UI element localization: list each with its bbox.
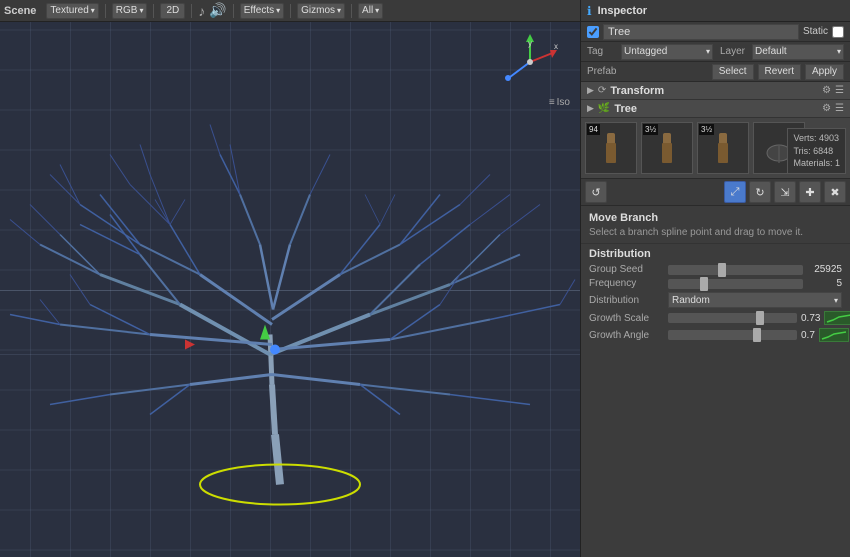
tree-leaf-icon: 🌿 <box>598 103 610 114</box>
thumbnail-3[interactable]: 3½ <box>697 122 749 174</box>
tree-svg <box>0 22 580 557</box>
group-seed-label: Group Seed <box>589 264 664 275</box>
apply-btn[interactable]: Apply <box>805 64 844 80</box>
tree-toolbar: ↺ ⤢ ↻ ⇲ ✚ ✖ <box>581 178 850 206</box>
scene-title: Scene <box>4 5 36 17</box>
thumb-badge-1: 94 <box>587 124 600 135</box>
static-label: Static <box>803 26 828 37</box>
toolbar-sep-1 <box>105 4 106 18</box>
growth-scale-value: 0.73 <box>801 313 820 324</box>
revert-btn[interactable]: Revert <box>758 64 801 80</box>
gizmos-dropdown[interactable]: Gizmos <box>297 3 345 19</box>
transform-menu-icon: ☰ <box>835 85 844 96</box>
frequency-label: Frequency <box>589 278 664 289</box>
audio-icon: ♪ <box>198 3 205 19</box>
tree-section-header[interactable]: ▶ 🌿 Tree ⚙ ☰ <box>581 100 850 118</box>
growth-angle-curve[interactable] <box>819 328 849 342</box>
tag-label: Tag <box>587 46 617 57</box>
growth-scale-slider[interactable] <box>668 313 797 323</box>
thumb-badge-3: 3½ <box>699 124 714 135</box>
gizmo: y x <box>500 32 560 92</box>
tag-dropdown[interactable]: Untagged <box>621 44 713 60</box>
inspector-panel: ℹ Inspector Static Tag Untagged Layer De… <box>580 0 850 557</box>
transform-title: Transform <box>610 85 818 97</box>
scene-panel: Scene Textured RGB 2D ♪ 🔊 Effects Gizmos… <box>0 0 580 557</box>
transform-icon: ⟳ <box>598 85 606 96</box>
distribution-dropdown[interactable]: Random <box>668 292 842 308</box>
move-branch-desc: Select a branch spline point and drag to… <box>589 226 842 239</box>
effects-dropdown[interactable]: Effects <box>240 3 284 19</box>
speaker-icon: 🔊 <box>209 2 226 19</box>
add-tool-btn[interactable]: ✚ <box>799 181 821 203</box>
prefab-row: Prefab Select Revert Apply <box>581 62 850 82</box>
distribution-label: Distribution <box>589 295 664 306</box>
prefab-label: Prefab <box>587 66 616 77</box>
move-branch-title: Move Branch <box>589 212 842 224</box>
refresh-icon[interactable]: ↺ <box>585 181 607 203</box>
thumb-badge-2: 3½ <box>643 124 658 135</box>
svg-text:x: x <box>554 42 558 51</box>
tree-gear-icon: ⚙ <box>822 103 831 114</box>
transform-arrow-icon: ▶ <box>587 85 594 96</box>
tag-layer-row: Tag Untagged Layer Default <box>581 42 850 62</box>
static-checkbox[interactable] <box>832 26 844 38</box>
scale-tool-btn[interactable]: ⇲ <box>774 181 796 203</box>
frequency-slider[interactable] <box>668 279 803 289</box>
verts-stat: Verts: 4903 <box>793 132 840 145</box>
channel-dropdown[interactable]: RGB <box>112 3 148 19</box>
growth-scale-curve[interactable] <box>824 311 850 325</box>
rotate-tool-btn[interactable]: ↻ <box>749 181 771 203</box>
growth-angle-value: 0.7 <box>801 330 815 341</box>
tree-section-title: Tree <box>614 103 818 115</box>
toolbar-sep-5 <box>290 4 291 18</box>
iso-label: ≡ Iso <box>549 97 570 108</box>
toolbar-sep-3 <box>191 4 192 18</box>
group-seed-value: 25925 <box>807 264 842 275</box>
frequency-row: Frequency 5 <box>589 278 842 289</box>
move-branch-section: Move Branch Select a branch spline point… <box>581 206 850 244</box>
inspector-title: Inspector <box>598 5 844 17</box>
object-name-input[interactable] <box>603 24 799 40</box>
thumb-row-1: 94 3½ 3½ <box>585 122 846 174</box>
all-dropdown[interactable]: All <box>358 3 383 19</box>
transform-section-header[interactable]: ▶ ⟳ Transform ⚙ ☰ <box>581 82 850 100</box>
thumbnail-1[interactable]: 94 <box>585 122 637 174</box>
growth-angle-label: Growth Angle <box>589 330 664 341</box>
growth-scale-row: Growth Scale 0.73 <box>589 311 842 325</box>
active-checkbox[interactable] <box>587 26 599 38</box>
move-tool-btn[interactable]: ⤢ <box>724 181 746 203</box>
tree-arrow-icon: ▶ <box>587 103 594 114</box>
layer-dropdown[interactable]: Default <box>752 44 844 60</box>
toolbar-sep-4 <box>233 4 234 18</box>
inspector-icon: ℹ <box>587 4 592 18</box>
group-seed-slider[interactable] <box>668 265 803 275</box>
thumbnail-2[interactable]: 3½ <box>641 122 693 174</box>
toolbar-sep-2 <box>153 4 154 18</box>
scene-viewport[interactable]: y x ≡ Iso <box>0 22 580 557</box>
name-row: Static <box>581 22 850 42</box>
stats-box: Verts: 4903 Tris: 6848 Materials: 1 <box>787 128 846 174</box>
inspector-header: ℹ Inspector <box>581 0 850 22</box>
thumbnail-area: 94 3½ 3½ <box>581 118 850 178</box>
distribution-row: Distribution Random <box>589 292 842 308</box>
delete-tool-btn[interactable]: ✖ <box>824 181 846 203</box>
mode-btn[interactable]: 2D <box>160 3 185 19</box>
distribution-title: Distribution <box>589 248 842 260</box>
transform-gear-icon: ⚙ <box>822 85 831 96</box>
tree-menu-icon: ☰ <box>835 103 844 114</box>
growth-scale-label: Growth Scale <box>589 313 664 324</box>
select-btn[interactable]: Select <box>712 64 754 80</box>
scene-toolbar: Scene Textured RGB 2D ♪ 🔊 Effects Gizmos… <box>0 0 580 22</box>
materials-stat: Materials: 1 <box>793 157 840 170</box>
tris-stat: Tris: 6848 <box>793 145 840 158</box>
group-seed-row: Group Seed 25925 <box>589 264 842 275</box>
svg-text:y: y <box>528 39 532 48</box>
toolbar-sep-6 <box>351 4 352 18</box>
growth-angle-slider[interactable] <box>668 330 797 340</box>
shading-dropdown[interactable]: Textured <box>46 3 98 19</box>
distribution-section: Distribution Group Seed 25925 Frequency … <box>581 244 850 349</box>
layer-label: Layer <box>720 46 745 57</box>
growth-angle-row: Growth Angle 0.7 <box>589 328 842 342</box>
frequency-value: 5 <box>807 278 842 289</box>
